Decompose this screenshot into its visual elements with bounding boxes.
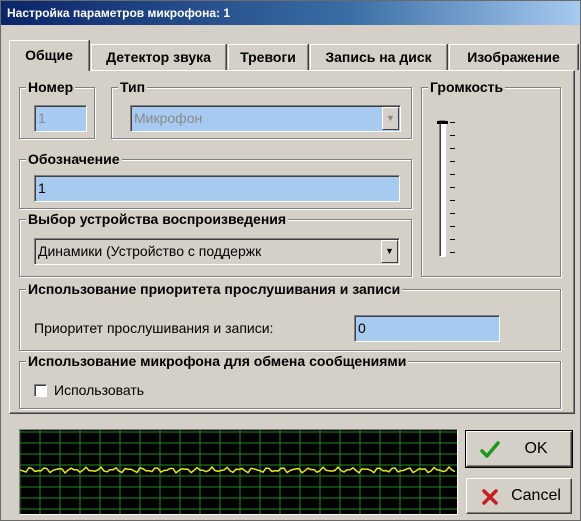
cancel-button[interactable]: Cancel [466, 478, 572, 514]
playback-device-group: Выбор устройства воспроизведения Динамик… [19, 210, 412, 277]
x-icon [482, 489, 498, 505]
window-title: Настройка параметров микрофона: 1 [1, 1, 580, 25]
volume-group: Громкость [421, 78, 561, 277]
volume-tick [450, 161, 455, 162]
volume-slider-thumb[interactable] [437, 121, 448, 124]
number-label: Номер [26, 78, 76, 96]
tab-alarms[interactable]: Тревоги [228, 44, 308, 70]
designation-input[interactable]: 1 [34, 175, 400, 202]
volume-tick [450, 252, 455, 253]
type-group: Тип Микрофон ▼ [111, 78, 412, 139]
messaging-group-label: Использование микрофона для обмена сообщ… [26, 352, 409, 370]
playback-device-value: Динамики (Устройство с поддержк [38, 243, 262, 259]
chevron-down-icon[interactable]: ▼ [381, 240, 398, 263]
tab-disk-recording[interactable]: Запись на диск [310, 44, 447, 70]
tab-image[interactable]: Изображение [449, 44, 578, 70]
playback-device-label: Выбор устройства воспроизведения [26, 210, 289, 228]
number-field: 1 [34, 105, 87, 132]
designation-label: Обозначение [26, 150, 122, 168]
ok-button[interactable]: OK [465, 430, 573, 468]
scope-grid [19, 430, 457, 514]
priority-group-label: Использование приоритета прослушивания и… [26, 280, 403, 298]
tab-panel-general: Номер 1 Тип Микрофон ▼ Громкость Обознач… [9, 70, 575, 414]
use-messaging-checkbox[interactable] [34, 384, 47, 397]
type-label: Тип [118, 78, 148, 96]
volume-label: Громкость [428, 78, 506, 96]
type-value: Микрофон [134, 110, 203, 126]
chevron-down-icon: ▼ [382, 107, 399, 130]
volume-slider[interactable] [439, 120, 446, 257]
volume-tick [450, 200, 455, 201]
cancel-label: Cancel [511, 487, 561, 504]
checkmark-icon [480, 441, 500, 458]
designation-group: Обозначение 1 [19, 150, 412, 209]
volume-tick [450, 187, 455, 188]
mic-settings-dialog: Настройка параметров микрофона: 1 Общие … [0, 0, 581, 521]
priority-field-label: Приоритет прослушивания и записи: [34, 320, 274, 336]
use-messaging-label[interactable]: Использовать [54, 381, 144, 399]
volume-tick [450, 213, 455, 214]
volume-tick [450, 226, 455, 227]
tab-general[interactable]: Общие [9, 40, 89, 71]
volume-tick [450, 122, 455, 123]
priority-input[interactable]: 0 [354, 315, 500, 342]
priority-group: Использование приоритета прослушивания и… [19, 280, 561, 351]
type-combo: Микрофон ▼ [130, 105, 401, 132]
tab-sound-detector[interactable]: Детектор звука [91, 44, 226, 70]
volume-tick [450, 239, 455, 240]
ok-label: OK [524, 440, 548, 457]
volume-tick [450, 135, 455, 136]
number-group: Номер 1 [19, 78, 95, 139]
messaging-group: Использование микрофона для обмена сообщ… [19, 352, 561, 409]
playback-device-select[interactable]: Динамики (Устройство с поддержк ▼ [34, 238, 400, 265]
volume-tick [450, 174, 455, 175]
volume-tick [450, 148, 455, 149]
audio-level-scope [19, 429, 458, 515]
